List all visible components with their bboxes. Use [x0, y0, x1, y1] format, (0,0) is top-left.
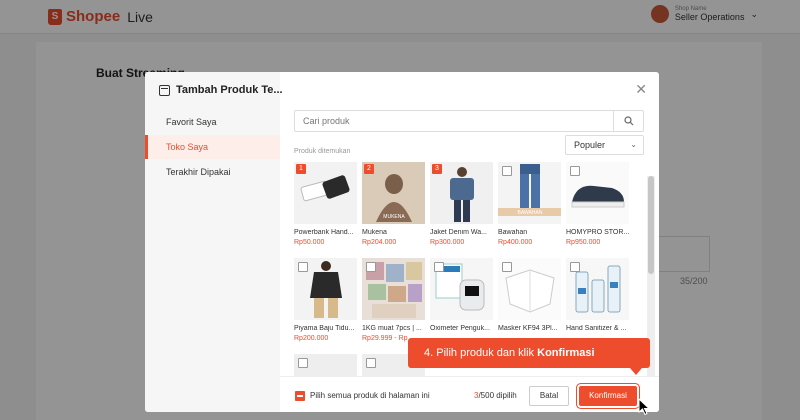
- product-card[interactable]: Piyama Baju Tidu... Rp200.000: [294, 258, 357, 342]
- sidebar-item-toko-saya[interactable]: Toko Saya: [145, 135, 280, 159]
- sidebar-item-terakhir[interactable]: Terakhir Dipakai: [145, 160, 280, 184]
- product-checkbox[interactable]: [366, 262, 376, 272]
- product-card[interactable]: HOMYPRO STOR... Rp950.000: [566, 162, 629, 246]
- order-badge: 2: [364, 164, 374, 174]
- product-card[interactable]: Masker KF94 3Pl...: [498, 258, 561, 335]
- product-price: Rp50.000: [294, 239, 325, 246]
- product-image: 3: [430, 162, 493, 224]
- product-card[interactable]: Oximeter Penguk...: [430, 258, 493, 335]
- thumb-label: BAWAHAN: [518, 210, 543, 216]
- product-checkbox[interactable]: [366, 358, 376, 368]
- product-card[interactable]: Hand Sanitizer & ...: [566, 258, 629, 335]
- selected-count-total: /500: [478, 391, 495, 400]
- search-input[interactable]: [295, 111, 605, 131]
- product-name: Bawahan: [498, 229, 528, 236]
- thumb-label: MUKENA: [383, 214, 405, 220]
- product-name: 1KG muat 7pcs | ...: [362, 325, 422, 332]
- product-checkbox[interactable]: [298, 358, 308, 368]
- product-price: Rp300.000: [430, 239, 465, 246]
- product-image: 1: [294, 162, 357, 224]
- modal-footer: Pilih semua produk di halaman ini 3/500 …: [280, 376, 659, 412]
- product-name: Hand Sanitizer & ...: [566, 325, 627, 332]
- confirm-button[interactable]: Konfirmasi: [579, 386, 637, 406]
- product-card[interactable]: 1KG muat 7pcs | ... Rp29.999 - Rp: [362, 258, 425, 342]
- modal-title: Tambah Produk Te...: [176, 84, 283, 96]
- product-checkbox[interactable]: [298, 262, 308, 272]
- callout-emphasis: Konfirmasi: [537, 347, 595, 359]
- product-price: Rp204.000: [362, 239, 397, 246]
- product-name: HOMYPRO STOR...: [566, 229, 629, 236]
- product-card[interactable]: [294, 354, 357, 376]
- product-checkbox[interactable]: [570, 262, 580, 272]
- found-label: Produk ditemukan: [294, 148, 351, 155]
- product-checkbox[interactable]: [570, 166, 580, 176]
- mouse-cursor-icon: [638, 398, 651, 416]
- product-image: MUKENA 2: [362, 162, 425, 224]
- sort-select[interactable]: Populer ⌄: [565, 135, 644, 155]
- product-price: Rp950.000: [566, 239, 601, 246]
- product-image: [430, 258, 493, 320]
- tutorial-callout: 4. Pilih produk dan klik Konfirmasi: [408, 338, 650, 368]
- product-card[interactable]: 3 Jaket Denim Wa... Rp300.000: [430, 162, 493, 246]
- product-card[interactable]: MUKENA 2 Mukena Rp204.000: [362, 162, 425, 246]
- product-image: [362, 258, 425, 320]
- product-image: [294, 354, 357, 376]
- sort-value: Populer: [574, 140, 606, 150]
- product-name: Masker KF94 3Pl...: [498, 325, 558, 332]
- product-name: Oximeter Penguk...: [430, 325, 490, 332]
- order-badge: 1: [296, 164, 306, 174]
- callout-text: 4. Pilih produk dan klik: [424, 347, 538, 359]
- product-checkbox[interactable]: [434, 262, 444, 272]
- order-badge: 3: [432, 164, 442, 174]
- product-price: Rp200.000: [294, 335, 329, 342]
- product-image: [566, 162, 629, 224]
- scroll-thumb[interactable]: [648, 176, 654, 274]
- product-card[interactable]: BAWAHAN Bawahan Rp400.000: [498, 162, 561, 246]
- product-name: Powerbank Hand...: [294, 229, 354, 236]
- selected-count: 3/500 dipilih: [474, 391, 517, 400]
- cancel-button[interactable]: Batal: [529, 386, 569, 406]
- product-name: Mukena: [362, 229, 387, 236]
- search-icon[interactable]: [613, 111, 643, 131]
- callout-pointer: [630, 368, 642, 375]
- product-image: [294, 258, 357, 320]
- chevron-down-icon: ⌄: [630, 140, 637, 149]
- select-all-label: Pilih semua produk di halaman ini: [310, 391, 430, 400]
- product-image: BAWAHAN: [498, 162, 561, 224]
- modal-header: Tambah Produk Te...: [159, 84, 283, 96]
- product-name: Jaket Denim Wa...: [430, 229, 487, 236]
- select-all-checkbox[interactable]: [295, 391, 305, 401]
- sidebar-item-favorit[interactable]: Favorit Saya: [145, 110, 280, 134]
- product-card[interactable]: 1 Powerbank Hand... Rp50.000: [294, 162, 357, 246]
- product-image: [498, 258, 561, 320]
- product-name: Piyama Baju Tidu...: [294, 325, 355, 332]
- product-checkbox[interactable]: [502, 262, 512, 272]
- product-price: Rp400.000: [498, 239, 533, 246]
- search-box: [294, 110, 644, 132]
- selected-count-suffix: dipilih: [496, 391, 517, 400]
- product-box-icon: [159, 84, 170, 96]
- close-icon[interactable]: ✕: [635, 82, 647, 96]
- product-image: [566, 258, 629, 320]
- product-checkbox[interactable]: [502, 166, 512, 176]
